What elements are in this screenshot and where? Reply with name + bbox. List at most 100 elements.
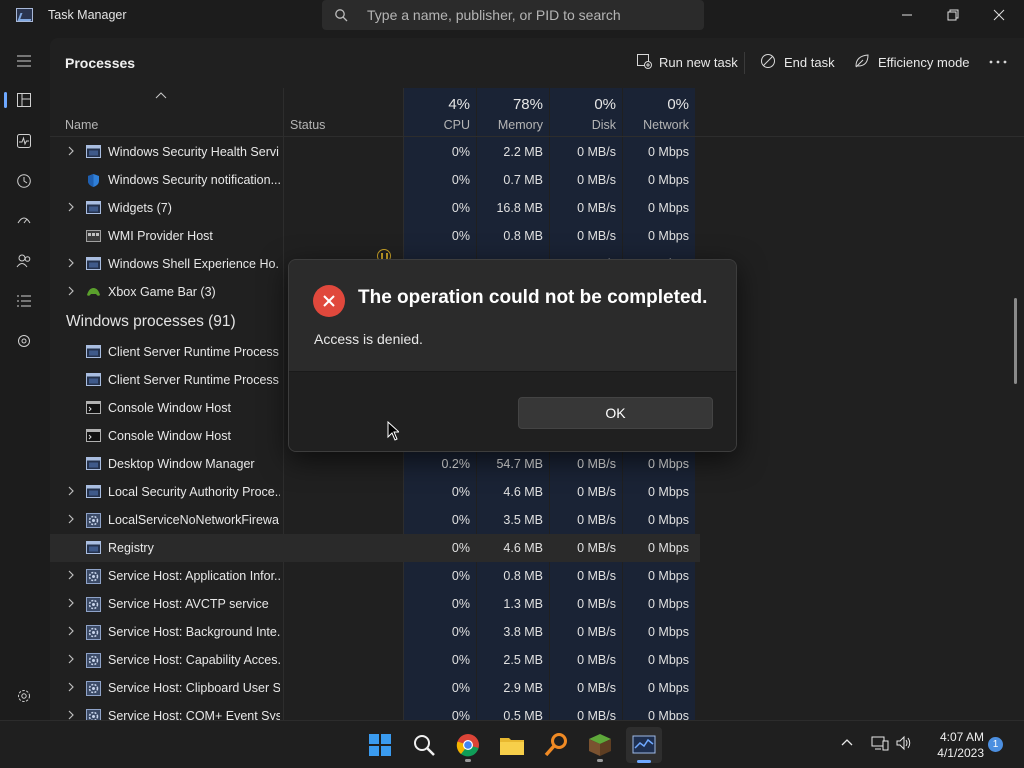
windows-processes-header: Windows processes (91) [66, 313, 236, 330]
memory-value: 0.7 MB [503, 173, 543, 187]
process-row[interactable]: Service Host: Clipboard User S... 0% 2.9 M… [50, 674, 700, 702]
network-icon[interactable] [871, 735, 889, 751]
minimize-button[interactable] [884, 0, 930, 30]
chevron-right-icon[interactable] [66, 146, 76, 156]
nav-app-history[interactable] [8, 165, 40, 197]
disk-value: 0 MB/s [577, 653, 616, 667]
chevron-right-icon[interactable] [66, 626, 76, 636]
gear-icon [86, 681, 101, 696]
running-indicator [465, 759, 471, 762]
column-memory[interactable]: 78% Memory [477, 88, 549, 136]
wmi-icon [86, 229, 101, 242]
clock[interactable]: 4:07 AM 4/1/2023 [920, 729, 984, 761]
task-manager-icon [632, 735, 656, 754]
memory-value: 54.7 MB [496, 457, 543, 471]
process-row[interactable]: Windows Security notification... 0% 0.7 MB… [50, 166, 700, 194]
minecraft-app[interactable] [584, 729, 616, 762]
efficiency-mode-button[interactable]: Efficiency mode [854, 50, 970, 76]
memory-value: 4.6 MB [503, 485, 543, 499]
dialog-footer: OK [289, 371, 736, 451]
ok-button[interactable]: OK [518, 397, 713, 429]
process-row[interactable]: LocalServiceNoNetworkFirewa... 0% 3.5 MB 0 … [50, 506, 700, 534]
memory-value: 1.3 MB [503, 597, 543, 611]
network-total: 0% [667, 96, 689, 113]
process-name: Windows Shell Experience Ho... [108, 257, 280, 271]
more-options-button[interactable] [986, 52, 1010, 72]
column-network[interactable]: 0% Network [623, 88, 695, 136]
process-row[interactable]: Service Host: Background Inte... 0% 3.8 MB… [50, 618, 700, 646]
chevron-right-icon[interactable] [66, 202, 76, 212]
nav-settings[interactable] [8, 680, 40, 712]
cpu-value: 0% [451, 681, 470, 695]
column-disk[interactable]: 0% Disk [550, 88, 622, 136]
file-explorer-app[interactable] [496, 729, 528, 761]
process-row[interactable]: Service Host: Application Infor... 0% 0.8 … [50, 562, 700, 590]
process-row[interactable]: WMI Provider Host 0% 0.8 MB 0 MB/s 0 Mbps [50, 222, 700, 250]
chevron-right-icon[interactable] [66, 570, 76, 580]
process-row[interactable]: Windows Security Health Servi... 0% 2.2 MB… [50, 138, 700, 166]
notification-badge[interactable]: 1 [988, 737, 1003, 752]
network-value: 0 Mbps [648, 229, 689, 243]
run-new-task-button[interactable]: Run new task [636, 50, 738, 76]
nav-details[interactable] [8, 285, 40, 317]
task-manager-app[interactable] [626, 727, 662, 763]
disk-total: 0% [594, 96, 616, 113]
nav-startup-apps[interactable] [8, 205, 40, 237]
column-status[interactable]: Status [290, 88, 400, 136]
chrome-app[interactable] [452, 729, 484, 762]
chevron-right-icon[interactable] [66, 682, 76, 692]
chevron-right-icon[interactable] [66, 514, 76, 524]
nav-services[interactable] [8, 325, 40, 357]
process-row[interactable]: Local Security Authority Proce... 0% 4.6 M… [50, 478, 700, 506]
error-icon [313, 285, 345, 317]
process-name: Client Server Runtime Process [108, 345, 279, 359]
search-input[interactable]: Type a name, publisher, or PID to search [367, 7, 621, 23]
chevron-up-icon[interactable] [840, 735, 854, 749]
chevron-right-icon[interactable] [66, 486, 76, 496]
start-button[interactable] [364, 729, 396, 761]
network-value: 0 Mbps [648, 201, 689, 215]
search-icon [414, 735, 435, 756]
startup-icon [17, 217, 31, 224]
performance-icon [17, 134, 31, 148]
chevron-right-icon[interactable] [66, 258, 76, 268]
chevron-right-icon[interactable] [66, 654, 76, 664]
nav-processes[interactable] [8, 84, 40, 116]
error-dialog: The operation could not be completed. Ac… [288, 259, 737, 452]
chevron-right-icon[interactable] [66, 710, 76, 720]
process-row[interactable]: Desktop Window Manager 0.2% 54.7 MB 0 MB/s 0… [50, 450, 700, 478]
console-icon [86, 429, 101, 442]
grass-block-icon [589, 734, 611, 756]
column-name[interactable]: Name [65, 88, 280, 136]
scrollbar-thumb[interactable] [1014, 298, 1017, 384]
disk-value: 0 MB/s [577, 229, 616, 243]
process-name: Service Host: Application Infor... [108, 569, 280, 583]
run-task-icon [637, 54, 652, 69]
page-title: Processes [65, 55, 136, 71]
chevron-right-icon[interactable] [66, 598, 76, 608]
restore-button[interactable] [930, 0, 976, 30]
window-icon [86, 541, 101, 554]
window-icon [86, 145, 101, 158]
disk-value: 0 MB/s [577, 145, 616, 159]
end-task-button[interactable]: End task [760, 50, 835, 76]
search-app[interactable] [540, 729, 572, 761]
process-name: LocalServiceNoNetworkFirewa... [108, 513, 280, 527]
volume-icon[interactable] [895, 735, 913, 751]
hamburger-menu-button[interactable] [8, 45, 40, 77]
column-cpu[interactable]: 4% CPU [404, 88, 476, 136]
nav-performance[interactable] [8, 125, 40, 157]
task-manager-icon [16, 8, 33, 22]
running-indicator [597, 759, 603, 762]
chevron-right-icon[interactable] [66, 286, 76, 296]
nav-users[interactable] [8, 245, 40, 277]
end-task-icon [761, 54, 775, 68]
process-row[interactable]: Registry 0% 4.6 MB 0 MB/s 0 Mbps [50, 534, 700, 562]
taskbar-search-button[interactable] [408, 729, 440, 761]
column-name-label: Name [65, 118, 99, 132]
close-button[interactable] [976, 0, 1022, 30]
process-row[interactable]: Service Host: AVCTP service 0% 1.3 MB 0 MB/… [50, 590, 700, 618]
process-row[interactable]: Service Host: Capability Acces... 0% 2.5 M… [50, 646, 700, 674]
process-name: Windows Security notification... [108, 173, 280, 187]
process-row[interactable]: Widgets (7) 0% 16.8 MB 0 MB/s 0 Mbps [50, 194, 700, 222]
